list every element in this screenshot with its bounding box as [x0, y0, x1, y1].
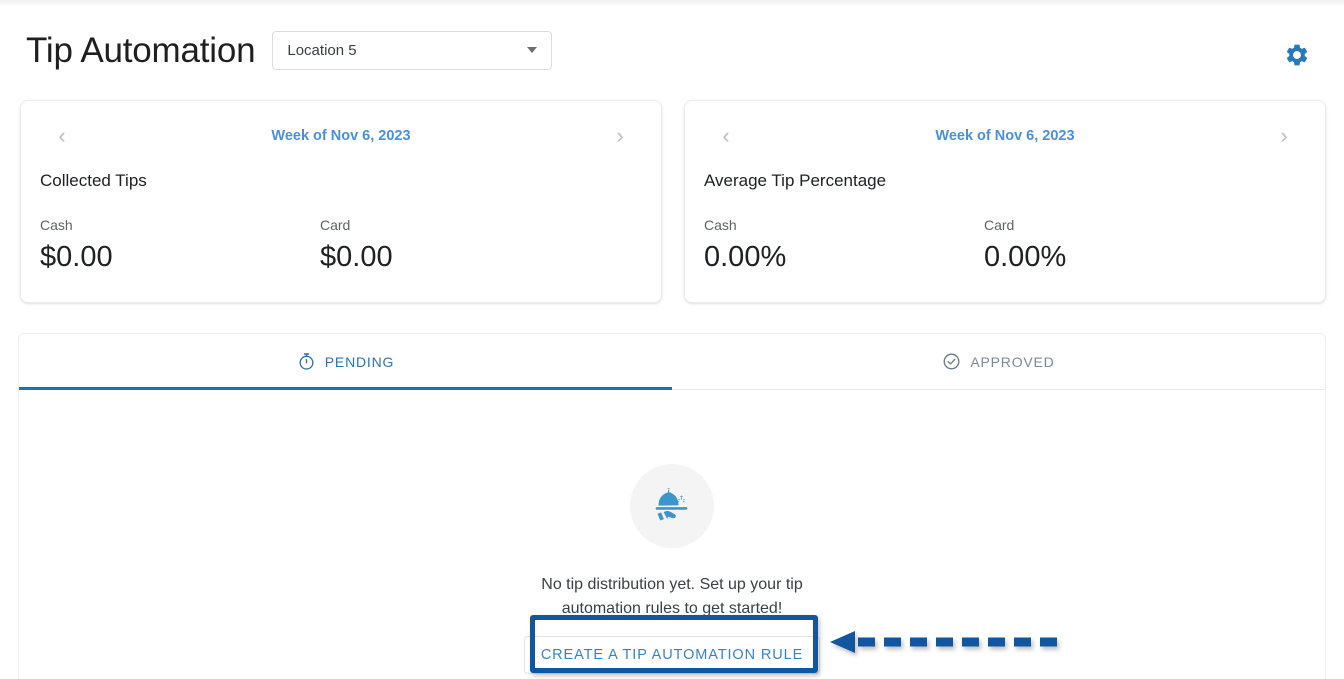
metric-cash: Cash 0.00%: [704, 217, 984, 272]
chevron-left-icon[interactable]: ‹: [717, 125, 735, 147]
collected-tips-card: ‹ Week of Nov 6, 2023 › Collected Tips C…: [20, 100, 662, 303]
metric-label: Cash: [40, 217, 73, 233]
empty-state: No tip distribution yet. Set up your tip…: [19, 389, 1325, 679]
week-navigator: ‹ Week of Nov 6, 2023 ›: [21, 121, 661, 151]
check-circle-icon: [943, 353, 960, 370]
chevron-down-icon: [527, 47, 538, 53]
card-title: Collected Tips: [40, 171, 147, 190]
page-header: Tip Automation Location 5: [0, 6, 1344, 94]
tab-approved[interactable]: APPROVED: [672, 334, 1325, 389]
chevron-right-icon[interactable]: ›: [611, 125, 629, 147]
tab-bar: PENDING APPROVED: [19, 334, 1325, 390]
gear-icon: [1286, 44, 1308, 66]
location-select-value: Location 5: [287, 41, 357, 59]
empty-state-icon-badge: [630, 464, 714, 548]
week-navigator: ‹ Week of Nov 6, 2023 ›: [685, 121, 1325, 151]
metric-value: 0.00%: [704, 241, 787, 273]
room-service-tray-icon: [655, 488, 688, 521]
metric-label: Card: [320, 217, 351, 233]
metric-value: $0.00: [320, 241, 393, 273]
week-label[interactable]: Week of Nov 6, 2023: [935, 128, 1074, 144]
location-select[interactable]: Location 5: [272, 30, 553, 70]
week-label[interactable]: Week of Nov 6, 2023: [271, 128, 410, 144]
metric-label: Card: [984, 217, 1015, 233]
stat-cards-row: ‹ Week of Nov 6, 2023 › Collected Tips C…: [20, 100, 1326, 305]
create-tip-automation-rule-button[interactable]: CREATE A TIP AUTOMATION RULE: [523, 636, 821, 674]
empty-state-message-line1: No tip distribution yet. Set up your tip: [541, 576, 803, 593]
chevron-right-icon[interactable]: ›: [1275, 125, 1293, 147]
metric-value: 0.00%: [984, 241, 1067, 273]
page-title: Tip Automation: [26, 30, 256, 70]
tab-pending[interactable]: PENDING: [19, 334, 672, 389]
metric-card: Card 0.00%: [984, 217, 1264, 272]
card-metrics: Cash 0.00% Card 0.00%: [704, 217, 1264, 272]
metric-value: $0.00: [40, 241, 113, 273]
tab-label: APPROVED: [970, 353, 1055, 370]
card-title: Average Tip Percentage: [704, 171, 887, 190]
card-metrics: Cash $0.00 Card $0.00: [40, 217, 600, 272]
settings-gear-button[interactable]: [1284, 42, 1310, 68]
metric-cash: Cash $0.00: [40, 217, 320, 272]
average-tip-percentage-card: ‹ Week of Nov 6, 2023 › Average Tip Perc…: [684, 100, 1326, 303]
metric-label: Cash: [704, 217, 737, 233]
empty-state-message-line2: automation rules to get started!: [561, 600, 783, 617]
tab-label: PENDING: [324, 353, 395, 370]
tip-distribution-panel: PENDING APPROVED No tip distribution yet…: [18, 333, 1326, 679]
stopwatch-icon: [299, 353, 314, 370]
empty-state-message: No tip distribution yet. Set up your tip…: [507, 573, 837, 621]
chevron-left-icon[interactable]: ‹: [53, 125, 71, 147]
metric-card: Card $0.00: [320, 217, 600, 272]
